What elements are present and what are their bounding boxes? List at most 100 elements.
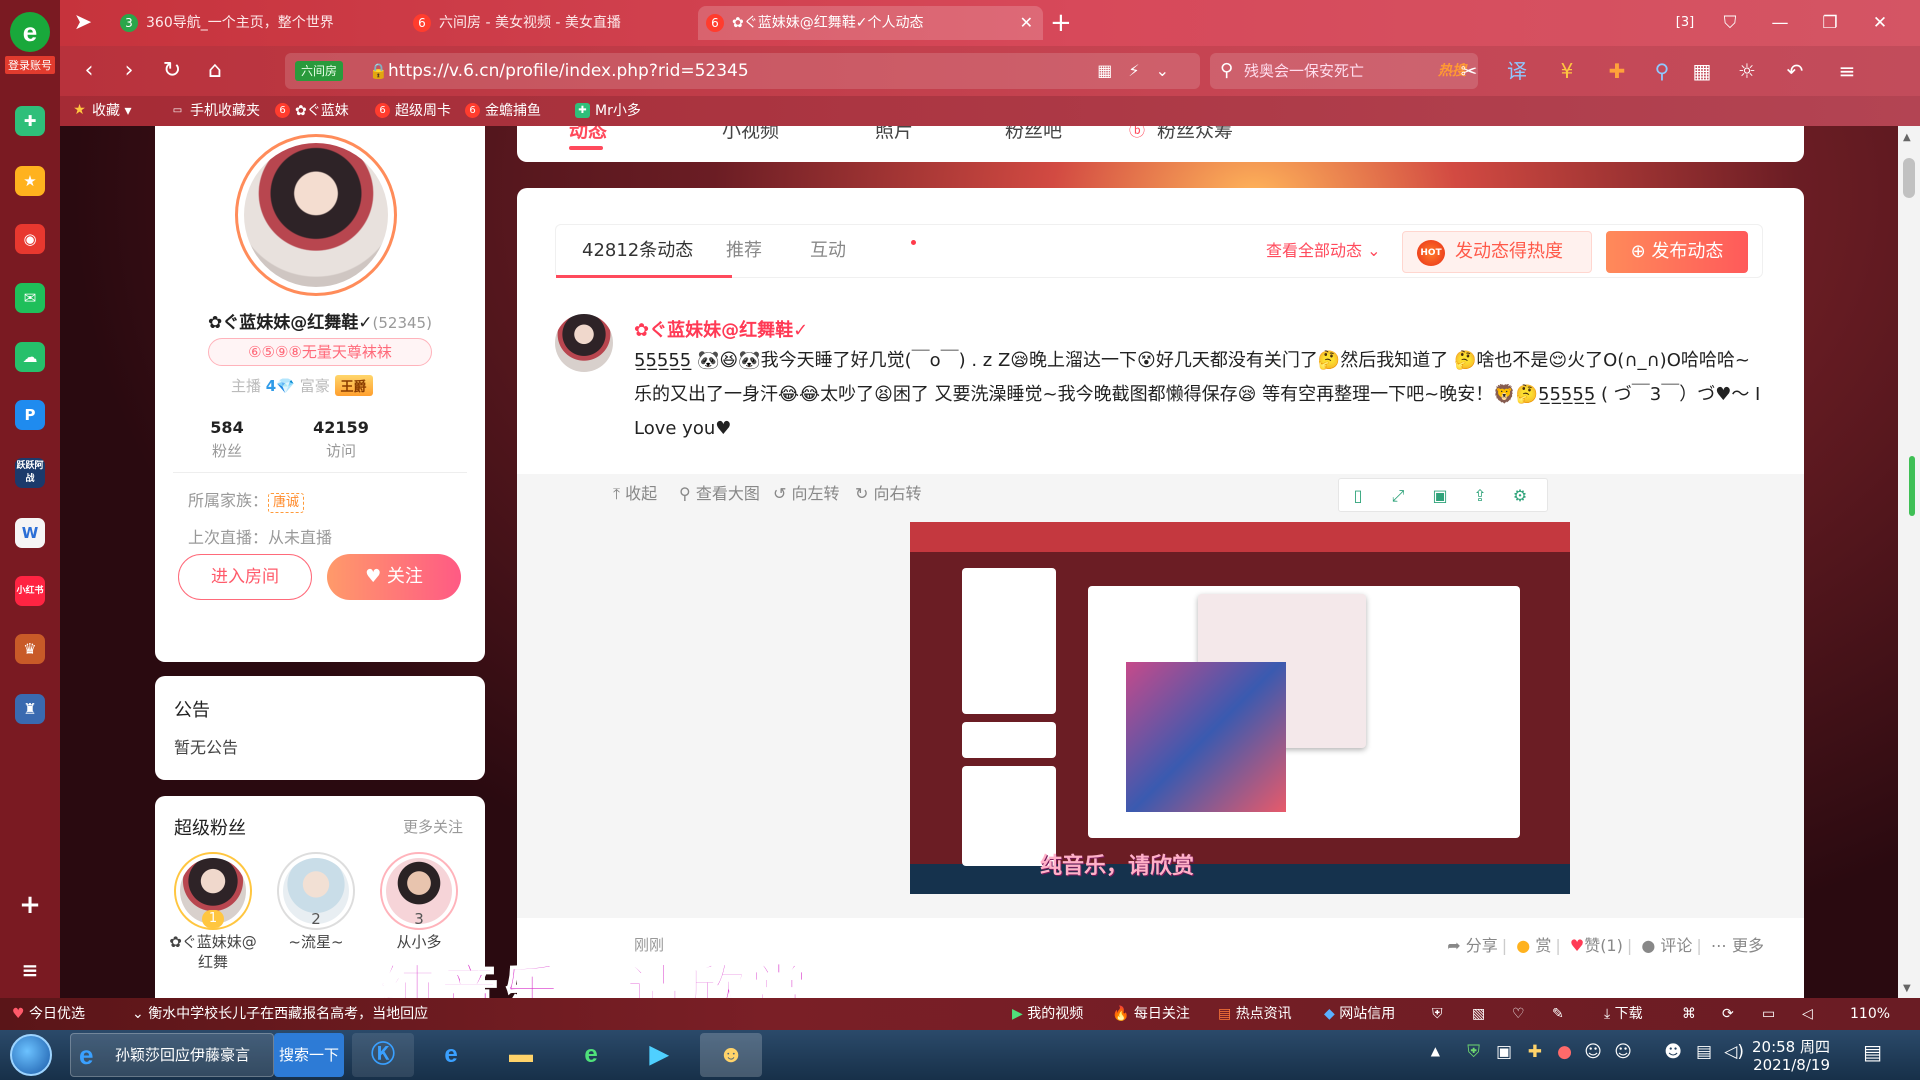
daily-follow-link[interactable]: 🔥 每日关注 <box>1112 998 1190 1030</box>
scroll-thumb[interactable] <box>1903 158 1915 198</box>
tab-all-dynamics[interactable]: 42812条动态 <box>582 225 693 277</box>
settings-gear-icon[interactable]: ⚙ <box>1507 484 1533 508</box>
fan-name[interactable]: ✿ぐ蓝妹妹@红舞 <box>168 932 258 972</box>
scroll-down-icon[interactable]: ▼ <box>1903 983 1911 994</box>
collapse-button[interactable]: ⤒ 收起 <box>613 482 657 506</box>
address-extras[interactable]: ▦⚡⌄ <box>1097 53 1185 89</box>
game-character-icon[interactable]: ♛ <box>15 634 45 664</box>
add-icon[interactable]: + <box>15 890 45 920</box>
brightness-icon[interactable]: ☼ <box>1730 54 1764 88</box>
cloud-icon[interactable]: ☁ <box>15 342 45 372</box>
super-fan-1[interactable]: 1 ✿ぐ蓝妹妹@红舞 <box>168 852 258 972</box>
bookmark-mobile[interactable]: ▭ 手机收藏夹 <box>170 96 260 126</box>
tab-6cn-home[interactable]: 6 六间房 - 美女视频 - 美女直播 <box>405 6 690 40</box>
super-fan-3[interactable]: 3 从小多 <box>374 852 464 952</box>
device-icon[interactable]: ⌘ <box>1682 998 1696 1030</box>
game-taskbar-icon[interactable]: ☻ <box>700 1033 762 1077</box>
hot-news-link[interactable]: ▤ 热点资讯 <box>1218 998 1292 1030</box>
like-button[interactable]: ♥赞(1) <box>1570 936 1623 955</box>
search-box[interactable]: ⚲ 残奥会一保安死亡 热搜 <box>1210 53 1478 89</box>
bookmark-weekly-card[interactable]: 6 超级周卡 <box>375 96 451 126</box>
xiaohongshu-icon[interactable]: 小红书 <box>15 576 45 606</box>
speaker-icon[interactable]: ◁) <box>1724 1042 1744 1062</box>
login-account-button[interactable]: 登录账号 <box>5 56 55 74</box>
tray-window-icon[interactable]: ▣ <box>1496 1042 1512 1062</box>
shirt-icon[interactable]: ⛉ <box>1710 8 1750 38</box>
plus-square-icon[interactable]: ✚ <box>15 106 45 136</box>
share-icon[interactable]: ⇪ <box>1467 484 1493 508</box>
window-icon[interactable]: ▭ <box>1762 998 1775 1030</box>
k-app-icon[interactable]: Ⓚ <box>352 1033 414 1077</box>
game-icon[interactable]: 跃跃阿战 <box>15 458 45 488</box>
tray-expand-icon[interactable]: ▲ <box>1431 1044 1440 1058</box>
more-button[interactable]: ⋯ 更多 <box>1711 936 1764 955</box>
close-tab-icon[interactable]: ✕ <box>1020 6 1033 40</box>
shield-icon[interactable]: ⛨ <box>1432 998 1443 1030</box>
heart-outline-icon[interactable]: ♡ <box>1512 998 1525 1030</box>
volume-icon[interactable]: ◁ <box>1802 998 1813 1030</box>
close-window-button[interactable]: ✕ <box>1860 8 1900 38</box>
tray-qq-icon[interactable]: ☺ <box>1584 1042 1602 1062</box>
translate-icon[interactable]: 译 <box>1500 54 1534 88</box>
reward-button[interactable]: ● 赏 <box>1516 936 1551 955</box>
restore-button[interactable]: ❐ <box>1810 8 1850 38</box>
avatar[interactable] <box>244 143 388 287</box>
tab-recommend[interactable]: 推荐 <box>726 225 762 277</box>
coin-icon[interactable]: ¥ <box>1550 54 1584 88</box>
tray-app-icon[interactable]: ✚ <box>1528 1042 1542 1062</box>
family-tag[interactable]: 唐诚 <box>268 493 305 513</box>
bookmark-favorites[interactable]: ★ 收藏 ▾ <box>72 96 131 126</box>
tray-qq3-icon[interactable]: ☻ <box>1664 1042 1682 1062</box>
compass-icon[interactable]: ➤ <box>66 6 100 40</box>
post-author[interactable]: ✿ぐ蓝妹妹@红舞鞋✓ <box>634 316 808 342</box>
tab-360-nav[interactable]: 3 360导航_一个主页，整个世界 <box>112 6 397 40</box>
tray-qq2-icon[interactable]: ☺ <box>1614 1042 1632 1062</box>
more-follow-link[interactable]: 更多关注 <box>403 816 463 837</box>
page-scrollbar[interactable]: ▲ ▼ <box>1898 126 1920 998</box>
topnav-fan-bar[interactable]: 粉丝吧 <box>1005 126 1062 150</box>
browser-360-icon[interactable]: e <box>560 1033 622 1077</box>
ie-icon[interactable]: e <box>420 1033 482 1077</box>
topnav-crowdfund[interactable]: 粉丝众筹 <box>1157 126 1233 150</box>
feather-icon[interactable]: ✎ <box>1552 998 1564 1030</box>
avatar[interactable] <box>555 314 613 372</box>
zoom-level[interactable]: 110% <box>1850 998 1890 1030</box>
address-bar[interactable]: 六间房 🔒 https://v.6.cn/profile/index.php?r… <box>285 53 1200 89</box>
magnifier-icon[interactable]: ⚲ <box>1645 54 1679 88</box>
mail-icon[interactable]: ✉ <box>15 283 45 313</box>
tray-shield-icon[interactable]: ⛨ <box>1467 1042 1480 1062</box>
tab-interact[interactable]: 互动 <box>810 225 846 277</box>
doc-icon[interactable]: W <box>15 518 45 548</box>
bookmark-icon[interactable]: ▯ <box>1345 484 1371 508</box>
undo-icon[interactable]: ↶ <box>1778 54 1812 88</box>
network-icon[interactable]: ▤ <box>1696 1042 1712 1062</box>
player-icon[interactable]: ▶ <box>628 1033 690 1077</box>
folder-icon[interactable]: ▬ <box>490 1033 552 1077</box>
url-text[interactable]: https://v.6.cn/profile/index.php?rid=523… <box>388 53 749 89</box>
share-button[interactable]: ➦ 分享 <box>1447 936 1498 955</box>
clock-time[interactable]: 20:58 周四 <box>1752 1036 1830 1057</box>
bookmark-profile[interactable]: 6 ✿ぐ蓝妹 <box>275 96 349 126</box>
back-button[interactable]: ‹ <box>72 54 106 88</box>
download-link[interactable]: ⤓ 下载 <box>1604 998 1643 1030</box>
bookmark-fishing[interactable]: 6 金蟾捕鱼 <box>465 96 541 126</box>
comment-button[interactable]: ● 评论 <box>1641 936 1692 955</box>
super-fan-2[interactable]: 2 ~流星~ <box>271 852 361 952</box>
star-icon[interactable]: ★ <box>15 166 45 196</box>
game2-icon[interactable]: ♜ <box>15 694 45 724</box>
weibo-icon[interactable]: ◉ <box>15 224 45 254</box>
task-ie-window[interactable]: e 孙颖莎回应伊藤豪言 <box>70 1033 274 1077</box>
topnav-short-video[interactable]: 小视频 <box>722 126 779 150</box>
forward-button[interactable]: › <box>112 54 146 88</box>
topnav-photos[interactable]: 照片 <box>875 126 913 150</box>
home-button[interactable]: ⌂ <box>198 54 232 88</box>
tab-count-button[interactable]: [3] <box>1665 8 1705 38</box>
tab-profile[interactable]: 6 ✿ぐ蓝妹妹@红舞鞋✓个人动态 ✕ <box>698 6 1043 40</box>
post-for-heat-button[interactable]: HOT 发动态得热度 <box>1402 231 1592 273</box>
image-icon[interactable]: ▧ <box>1472 998 1485 1030</box>
grid-icon[interactable]: ▦ <box>1685 54 1719 88</box>
view-all-dynamics-dropdown[interactable]: 查看全部动态 ⌄ <box>1266 225 1381 277</box>
menu-icon[interactable]: ≡ <box>1830 54 1864 88</box>
enter-room-button[interactable]: 进入房间 <box>178 554 312 600</box>
p-app-icon[interactable]: P <box>15 400 45 430</box>
